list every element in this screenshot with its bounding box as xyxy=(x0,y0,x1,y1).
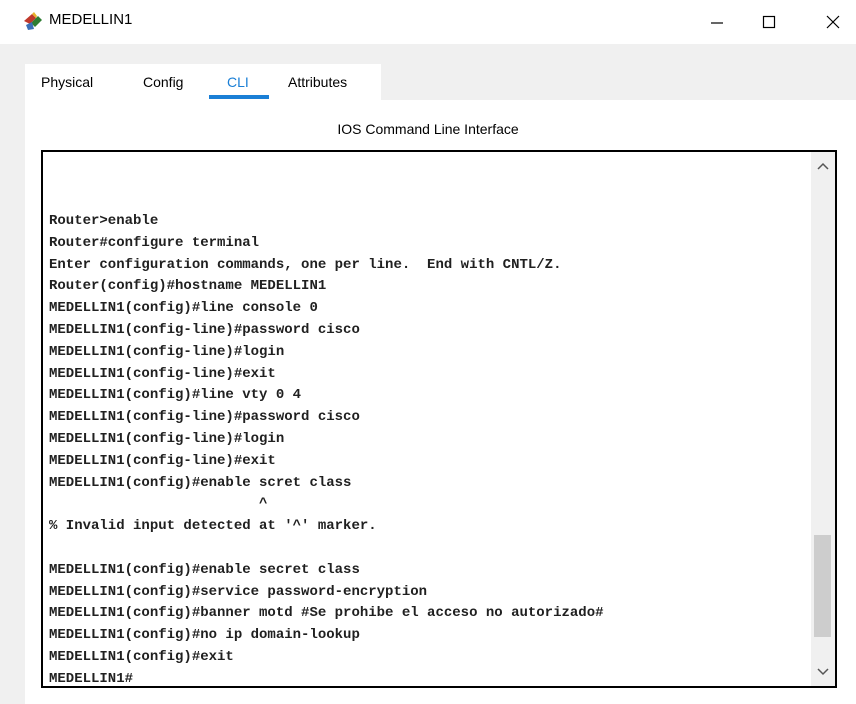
scroll-down-button[interactable] xyxy=(811,658,835,686)
maximize-icon xyxy=(762,15,776,29)
vertical-scrollbar[interactable] xyxy=(811,152,835,686)
chevron-down-icon xyxy=(817,668,829,676)
close-button[interactable] xyxy=(810,0,856,44)
close-icon xyxy=(826,15,840,29)
cli-console[interactable]: Router>enable Router#configure terminal … xyxy=(41,150,837,688)
scroll-up-button[interactable] xyxy=(811,152,835,180)
cli-heading: IOS Command Line Interface xyxy=(337,121,519,137)
minimize-icon xyxy=(711,22,723,24)
title-bar: MEDELLIN1 xyxy=(0,0,856,44)
window-title: MEDELLIN1 xyxy=(49,11,133,28)
router-device-icon xyxy=(22,11,44,31)
selected-tab-indicator xyxy=(209,95,269,99)
tab-bar: Physical Config CLI Attributes xyxy=(25,64,381,100)
tab-config[interactable]: Config xyxy=(143,74,183,90)
maximize-button[interactable] xyxy=(746,0,792,44)
tab-attributes[interactable]: Attributes xyxy=(288,74,347,90)
minimize-button[interactable] xyxy=(694,0,740,44)
console-output[interactable]: Router>enable Router#configure terminal … xyxy=(49,211,604,686)
scrollbar-thumb[interactable] xyxy=(814,535,831,637)
tab-cli[interactable]: CLI xyxy=(227,74,249,90)
chevron-up-icon xyxy=(817,162,829,170)
tab-physical[interactable]: Physical xyxy=(41,74,93,90)
